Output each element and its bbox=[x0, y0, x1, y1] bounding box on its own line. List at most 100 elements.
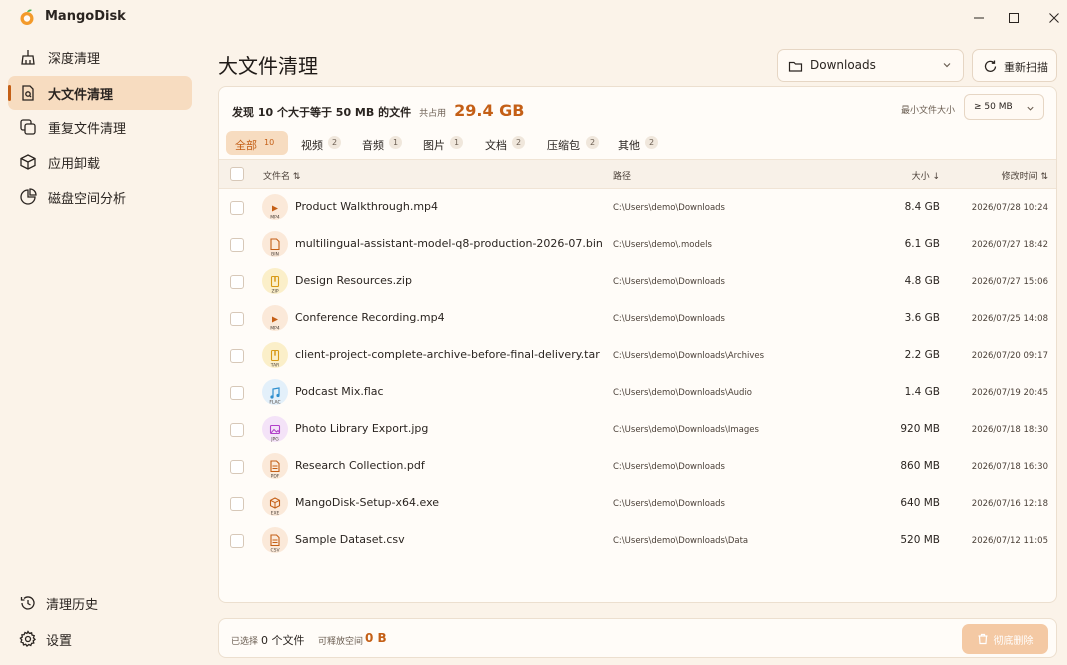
file-ext-label: FLAC bbox=[269, 400, 280, 406]
header-modified[interactable]: 修改时间 ⇅ bbox=[1002, 169, 1048, 182]
tab-other[interactable]: 其他 2 bbox=[609, 131, 667, 155]
header-size[interactable]: 大小 ↓ bbox=[912, 169, 940, 182]
file-name: Sample Dataset.csv bbox=[295, 533, 405, 546]
file-size: 4.8 GB bbox=[904, 275, 940, 287]
file-path: C:\Users\demo\.models bbox=[613, 240, 712, 250]
file-path: C:\Users\demo\Downloads\Audio bbox=[613, 388, 753, 398]
free-space-label: 可释放空间 bbox=[318, 637, 364, 647]
package-icon bbox=[20, 154, 36, 170]
tab-document[interactable]: 文档 2 bbox=[476, 131, 534, 155]
row-checkbox[interactable] bbox=[230, 423, 244, 437]
tab-image[interactable]: 图片 1 bbox=[414, 131, 472, 155]
table-row[interactable]: BIN multilingual-assistant-model-q8-produ… bbox=[219, 226, 1056, 263]
document-file-icon: PDF bbox=[262, 453, 288, 480]
chevron-down-icon bbox=[943, 63, 951, 68]
file-file-icon: BIN bbox=[262, 231, 288, 258]
sidebar-item-label: 设置 bbox=[46, 634, 73, 649]
table-row[interactable]: MP4 Product Walkthrough.mp4 C:\Users\demo\… bbox=[219, 189, 1056, 226]
min-size-select[interactable]: ≥ 50 MB bbox=[964, 94, 1044, 120]
file-name: Podcast Mix.flac bbox=[295, 385, 384, 398]
video-file-icon: MP4 bbox=[262, 305, 288, 332]
table-row[interactable]: JPG Photo Library Export.jpg C:\Users\demo… bbox=[219, 411, 1056, 448]
results-card: 发现 10 个大于等于 50 MB 的文件 共占用 29.4 GB 最小文件大小… bbox=[218, 86, 1057, 603]
close-button[interactable] bbox=[1034, 4, 1067, 32]
file-name: Design Resources.zip bbox=[295, 274, 412, 287]
tab-count: 2 bbox=[512, 136, 525, 149]
chevron-down-icon bbox=[1027, 106, 1034, 111]
footer-bar: 已选择 0 个文件 可释放空间 0 B 彻底删除 bbox=[218, 618, 1057, 658]
history-icon bbox=[20, 596, 35, 610]
row-checkbox[interactable] bbox=[230, 349, 244, 363]
file-name: client-project-complete-archive-before-f… bbox=[295, 348, 600, 361]
table-row[interactable]: TAR client-project-complete-archive-befor… bbox=[219, 337, 1056, 374]
tab-count: 1 bbox=[389, 136, 402, 149]
file-name: Conference Recording.mp4 bbox=[295, 311, 445, 324]
file-modified: 2026/07/25 14:08 bbox=[971, 314, 1048, 324]
rescan-button[interactable]: 重新扫描 bbox=[972, 49, 1057, 82]
row-checkbox[interactable] bbox=[230, 275, 244, 289]
tab-count: 2 bbox=[328, 136, 341, 149]
file-size: 640 MB bbox=[900, 497, 940, 509]
sidebar-item-label: 磁盘空间分析 bbox=[48, 192, 127, 207]
table-row[interactable]: FLAC Podcast Mix.flac C:\Users\demo\Downlo… bbox=[219, 374, 1056, 411]
sidebar-item-uninstall[interactable]: 应用卸载 bbox=[8, 145, 192, 179]
delete-button[interactable]: 彻底删除 bbox=[962, 624, 1048, 654]
tab-all[interactable]: 全部 10 bbox=[226, 131, 288, 155]
tab-label: 全部 bbox=[235, 139, 257, 152]
file-path: C:\Users\demo\Downloads\Archives bbox=[613, 351, 765, 361]
table-row[interactable]: PDF Research Collection.pdf C:\Users\demo\… bbox=[219, 448, 1056, 485]
sidebar: 深度清理 大文件清理 重复文件清理 应用卸载 磁盘空间分析 清理历史 设置 bbox=[0, 36, 200, 665]
row-checkbox[interactable] bbox=[230, 534, 244, 548]
header-name[interactable]: 文件名 ⇅ bbox=[263, 169, 300, 182]
file-size: 3.6 GB bbox=[904, 312, 940, 324]
file-ext-label: PDF bbox=[271, 474, 280, 480]
minimize-icon bbox=[974, 17, 984, 19]
select-all-checkbox[interactable] bbox=[230, 167, 244, 181]
file-ext-label: TAR bbox=[270, 363, 280, 369]
row-checkbox[interactable] bbox=[230, 497, 244, 511]
pie-chart-icon bbox=[20, 188, 37, 205]
sidebar-item-settings[interactable]: 设置 bbox=[8, 622, 192, 656]
maximize-button[interactable] bbox=[994, 4, 1034, 32]
sidebar-item-history[interactable]: 清理历史 bbox=[8, 586, 192, 620]
tab-video[interactable]: 视频 2 bbox=[292, 131, 350, 155]
file-modified: 2026/07/16 12:18 bbox=[971, 499, 1048, 509]
sidebar-item-duplicates[interactable]: 重复文件清理 bbox=[8, 110, 192, 144]
file-size: 2.2 GB bbox=[904, 349, 940, 361]
file-name: Product Walkthrough.mp4 bbox=[295, 200, 439, 213]
image-file-icon: JPG bbox=[262, 416, 288, 443]
tab-count: 10 bbox=[261, 136, 278, 149]
row-checkbox[interactable] bbox=[230, 312, 244, 326]
file-name: Research Collection.pdf bbox=[295, 459, 425, 472]
file-ext-label: MP4 bbox=[270, 215, 280, 221]
selected-label: 已选择 bbox=[231, 637, 259, 647]
sidebar-item-deep-clean[interactable]: 深度清理 bbox=[8, 40, 192, 74]
free-space-value: 0 B bbox=[365, 631, 387, 645]
sidebar-item-disk-analysis[interactable]: 磁盘空间分析 bbox=[8, 180, 192, 214]
row-checkbox[interactable] bbox=[230, 201, 244, 215]
table-row[interactable]: MP4 Conference Recording.mp4 C:\Users\demo… bbox=[219, 300, 1056, 337]
tab-archive[interactable]: 压缩包 2 bbox=[538, 131, 606, 155]
folder-select-value: Downloads bbox=[810, 58, 876, 72]
row-checkbox[interactable] bbox=[230, 238, 244, 252]
table-row[interactable]: CSV Sample Dataset.csv C:\Users\demo\Downl… bbox=[219, 522, 1056, 559]
file-ext-label: EXE bbox=[271, 511, 280, 517]
file-ext-label: CSV bbox=[270, 548, 280, 554]
folder-select[interactable]: Downloads bbox=[777, 49, 964, 82]
minimize-button[interactable] bbox=[959, 4, 999, 32]
file-name: multilingual-assistant-model-q8-producti… bbox=[295, 237, 603, 250]
occupy-label: 共占用 bbox=[419, 109, 447, 119]
tab-count: 1 bbox=[450, 136, 463, 149]
video-file-icon: MP4 bbox=[262, 194, 288, 221]
file-size: 8.4 GB bbox=[904, 201, 940, 213]
table-row[interactable]: ZIP Design Resources.zip C:\Users\demo\Dow… bbox=[219, 263, 1056, 300]
header-path: 路径 bbox=[613, 172, 632, 182]
gear-icon bbox=[19, 630, 36, 647]
trash-icon bbox=[978, 633, 987, 645]
row-checkbox[interactable] bbox=[230, 386, 244, 400]
table-row[interactable]: EXE MangoDisk-Setup-x64.exe C:\Users\demo\… bbox=[219, 485, 1056, 522]
file-search-icon bbox=[22, 85, 34, 101]
row-checkbox[interactable] bbox=[230, 460, 244, 474]
sidebar-item-large-files[interactable]: 大文件清理 bbox=[8, 76, 192, 110]
tab-audio[interactable]: 音频 1 bbox=[353, 131, 411, 155]
